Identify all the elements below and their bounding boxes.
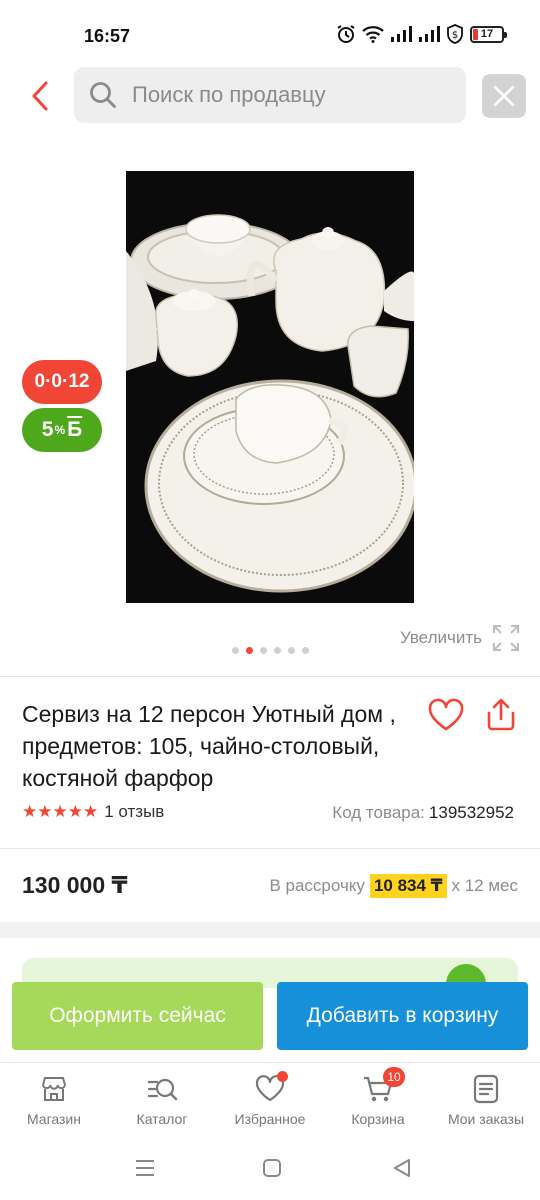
star-icon: ★	[67, 802, 83, 821]
section-separator	[0, 922, 540, 938]
reviews-link[interactable]: 1 отзыв	[104, 802, 164, 822]
bonus-percent: 5	[41, 418, 54, 441]
buy-now-button[interactable]: Оформить сейчас	[12, 982, 263, 1050]
divider	[0, 848, 540, 849]
price: 130 000 ₸	[22, 872, 128, 898]
signal-icon	[419, 26, 440, 42]
orders-icon	[473, 1074, 499, 1104]
cart-count-badge: 10	[383, 1067, 405, 1087]
share-button[interactable]	[482, 694, 520, 734]
search-icon	[90, 82, 116, 108]
rating-row[interactable]: ★ ★ ★ ★ ★ 1 отзыв	[22, 802, 164, 822]
porcelain-set-photo	[126, 171, 414, 603]
gallery-dot[interactable]	[301, 647, 309, 654]
gallery-dot-active[interactable]	[245, 647, 253, 654]
system-nav-bar	[0, 1140, 540, 1200]
product-image[interactable]	[126, 171, 414, 603]
gallery-dot[interactable]	[259, 647, 267, 654]
rating-stars: ★ ★ ★ ★ ★	[22, 802, 98, 822]
catalog-search-icon	[147, 1078, 178, 1101]
battery-icon: 17	[470, 25, 507, 43]
svg-text:$: $	[452, 30, 458, 41]
gallery-pagination	[0, 647, 540, 654]
product-title: Сервиз на 12 персон Уютный дом , предмет…	[22, 701, 396, 791]
bonus-badge: 5% Б	[22, 408, 102, 452]
installment-badge: 0·0·12	[22, 360, 102, 404]
bonus-percent-sign: %	[54, 423, 66, 437]
nav-item-catalog[interactable]: Каталог	[108, 1063, 216, 1138]
nav-label: Корзина	[351, 1111, 405, 1127]
star-icon: ★	[37, 802, 52, 821]
notification-dot	[277, 1071, 288, 1082]
nav-item-cart[interactable]: 10 Корзина	[324, 1063, 432, 1138]
installment-amount: 10 834 ₸	[369, 874, 447, 898]
home-icon[interactable]	[260, 1156, 284, 1180]
nav-label: Каталог	[136, 1111, 188, 1127]
installment-info[interactable]: В рассрочку 10 834 ₸ х 12 мес	[269, 874, 518, 898]
close-icon	[493, 85, 515, 107]
signal-icon	[391, 26, 412, 42]
back-arrow-icon	[32, 81, 48, 111]
gallery-dot[interactable]	[273, 647, 281, 654]
nav-item-favorites[interactable]: Избранное	[216, 1063, 324, 1138]
status-icons: $ 17	[336, 24, 507, 44]
bottom-nav: Магазин Каталог Избранное 10 Корзина Мои…	[0, 1062, 540, 1138]
sku-value: 139532952	[428, 803, 514, 822]
installment-suffix: х 12 мес	[451, 876, 519, 895]
divider	[0, 676, 540, 677]
store-icon	[42, 1077, 66, 1101]
sku: Код товара: 139532952	[332, 803, 514, 823]
gallery-dot[interactable]	[287, 647, 295, 654]
status-time: 16:57	[84, 26, 131, 46]
search-placeholder: Поиск по продавцу	[132, 82, 326, 107]
alarm-icon	[337, 25, 355, 43]
zoom-label: Увеличить	[400, 628, 482, 647]
search-input[interactable]: Поиск по продавцу	[74, 67, 466, 123]
nav-label: Избранное	[234, 1111, 306, 1127]
favorite-button[interactable]	[426, 696, 466, 734]
close-button[interactable]	[482, 74, 526, 118]
bonus-symbol: Б	[67, 418, 83, 441]
wifi-icon	[362, 26, 384, 43]
share-icon	[487, 698, 515, 731]
back-button[interactable]	[22, 76, 58, 116]
add-to-cart-button[interactable]: Добавить в корзину	[277, 982, 528, 1050]
heart-icon	[428, 698, 464, 731]
gallery-dot[interactable]	[231, 647, 239, 654]
installment-prefix: В рассрочку	[269, 876, 365, 895]
nav-item-orders[interactable]: Мои заказы	[432, 1063, 540, 1138]
back-icon[interactable]	[390, 1156, 414, 1180]
status-bar: 16:57 $ 17	[0, 0, 540, 60]
star-icon: ★	[22, 802, 37, 821]
nav-label: Мои заказы	[447, 1111, 525, 1127]
nav-label: Магазин	[26, 1111, 81, 1127]
star-icon: ★	[83, 802, 98, 821]
star-icon: ★	[52, 802, 68, 821]
menu-icon[interactable]	[133, 1156, 157, 1180]
sku-label: Код товара:	[332, 803, 425, 822]
vpn-shield-icon: $	[447, 24, 463, 44]
nav-item-store[interactable]: Магазин	[0, 1063, 108, 1138]
